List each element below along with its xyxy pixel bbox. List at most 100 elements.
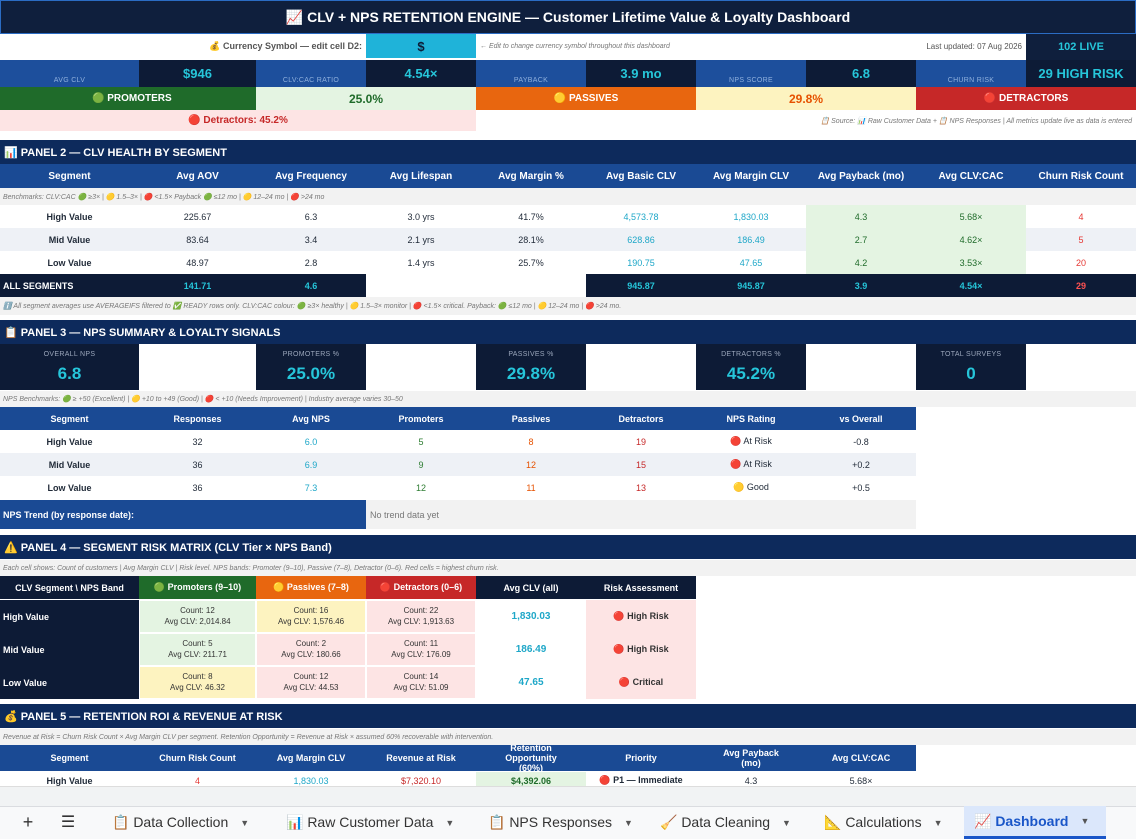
table-cell: 12 (366, 476, 476, 499)
passives-pct-value: 29.8% (506, 364, 556, 383)
sheet-tab-0[interactable]: 📋 Data Collection ▼ (102, 806, 272, 839)
matrix-avg-clv-all: 186.49 (476, 633, 586, 666)
all-sheets-menu-icon[interactable]: ☰ (54, 808, 82, 836)
matrix-header-3: 🔴 Detractors (0–6) (366, 576, 476, 599)
table-cell: 28.1% (476, 228, 586, 251)
table-cell: 1,830.03 (696, 205, 806, 228)
table-cell: 1.4 yrs (366, 251, 476, 274)
promoters-pct-label: PROMOTERS % (282, 350, 340, 358)
nps-trend-label: NPS Trend (by response date): (0, 500, 366, 529)
matrix-avg-clv: Avg CLV: 44.53 (283, 682, 339, 692)
panel5-header-0: Segment (0, 745, 139, 771)
panel2-title: 📊 PANEL 2 — CLV HEALTH BY SEGMENT (0, 140, 1136, 164)
total-surveys-label: TOTAL SURVEYS (940, 350, 1002, 358)
table-cell: 6.9 (256, 453, 366, 476)
chevron-down-icon[interactable]: ▼ (240, 818, 249, 828)
panel5-title: 💰 PANEL 5 — RETENTION ROI & REVENUE AT R… (0, 704, 1136, 728)
chevron-down-icon[interactable]: ▼ (934, 818, 943, 828)
sheet-tab-4[interactable]: 📐 Calculations ▼ (814, 806, 958, 839)
table-cell: 4.62× (916, 228, 1026, 251)
table-cell: 4.3 (744, 776, 758, 786)
panel2-header-3: Avg Lifespan (366, 164, 476, 188)
total-surveys-value: 0 (966, 364, 976, 383)
passives-band-value: 29.8% (696, 87, 916, 110)
panel2-header-5: Avg Basic CLV (586, 164, 696, 188)
add-sheet-button[interactable]: + (14, 808, 42, 836)
sheet-tab-label: 📐 Calculations (824, 814, 922, 830)
panel5-header-3: Revenue at Risk (366, 745, 476, 771)
segment-name: Low Value (0, 476, 139, 499)
matrix-risk: 🔴 Critical (586, 666, 696, 699)
panel3-header-0: Segment (0, 407, 139, 430)
sheet-tab-3[interactable]: 🧹 Data Cleaning ▼ (650, 806, 808, 839)
matrix-avg-clv: Avg CLV: 46.32 (170, 682, 225, 692)
table-cell: -0.8 (806, 430, 916, 453)
matrix-header-2: 🟡 Passives (7–8) (256, 576, 366, 599)
nps-overall-label: OVERALL NPS (43, 350, 96, 358)
table-cell: 3.4 (256, 228, 366, 251)
panel2-header-2: Avg Frequency (256, 164, 366, 188)
sheet-tab-2[interactable]: 📋 NPS Responses ▼ (478, 806, 644, 839)
sheet-tab-5[interactable]: 📈 Dashboard ▼ (964, 806, 1106, 839)
panel4-title: ⚠️ PANEL 4 — SEGMENT RISK MATRIX (CLV Ti… (0, 535, 1136, 559)
table-cell: 19 (586, 430, 696, 453)
chevron-down-icon[interactable]: ▼ (1080, 816, 1089, 826)
matrix-header-5: Risk Assessment (586, 576, 696, 599)
chevron-down-icon[interactable]: ▼ (782, 818, 791, 828)
matrix-avg-clv: Avg CLV: 2,014.84 (164, 616, 231, 626)
panel2-header-7: Avg Payback (mo) (806, 164, 916, 188)
matrix-avg-clv: Avg CLV: 1,576.46 (277, 616, 345, 626)
table-cell: 4 (1026, 205, 1136, 228)
table-cell: 4,573.78 (586, 205, 696, 228)
total-cell: 3.9 (806, 274, 916, 297)
table-cell: 🔴 At Risk (696, 430, 806, 453)
sheet-tab-label: 📈 Dashboard (974, 812, 1069, 829)
table-cell: 5 (366, 430, 476, 453)
table-cell: 83.64 (139, 228, 256, 251)
table-cell: 47.65 (696, 251, 806, 274)
sheet-tab-1[interactable]: 📊 Raw Customer Data ▼ (276, 806, 472, 839)
table-cell: 186.49 (696, 228, 806, 251)
matrix-header-4: Avg CLV (all) (476, 576, 586, 599)
table-cell: 225.67 (139, 205, 256, 228)
total-cell: 945.87 (586, 274, 696, 297)
sheet-tab-label: 📋 Data Collection (112, 814, 229, 830)
dashboard-title: 📈 CLV + NPS RETENTION ENGINE — Customer … (0, 0, 1136, 34)
avg-clv-value: $946 (139, 60, 256, 87)
panel3-header-7: vs Overall (806, 407, 916, 430)
panel5-header-5: Priority (586, 745, 696, 771)
horizontal-scrollbar[interactable] (0, 786, 1136, 806)
table-cell: +0.2 (806, 453, 916, 476)
table-cell: 25.7% (476, 251, 586, 274)
table-cell: 2.8 (256, 251, 366, 274)
chevron-down-icon[interactable]: ▼ (445, 818, 454, 828)
detractors-pct-label: DETRACTORS % (721, 350, 781, 358)
panel2-header-9: Churn Risk Count (1026, 164, 1136, 188)
table-cell: 12 (476, 453, 586, 476)
panel5-header-7: Avg CLV:CAC (806, 745, 916, 771)
currency-note: ← Edit to change currency symbol through… (480, 42, 670, 50)
table-cell: +0.5 (806, 476, 916, 499)
last-updated: Last updated: 07 Aug 2026 (926, 41, 1022, 51)
detractors-band-label: 🔴 DETRACTORS (916, 87, 1136, 110)
currency-input[interactable]: $ (366, 34, 476, 58)
segment-name: High Value (0, 205, 139, 228)
table-cell: $4,392.06 (476, 772, 586, 786)
table-cell: 🟡 Good (696, 476, 806, 499)
chevron-down-icon[interactable]: ▼ (624, 818, 633, 828)
source-note: 📋 Source: 📊 Raw Customer Data + 📋 NPS Re… (820, 117, 1132, 125)
matrix-risk: 🔴 High Risk (586, 600, 696, 633)
table-cell: 2.7 (806, 228, 916, 251)
table-cell: $7,320.10 (400, 776, 442, 786)
table-cell: 9 (366, 453, 476, 476)
nps-label: NPS SCORE (696, 60, 806, 87)
table-cell: 32 (139, 430, 256, 453)
table-cell: 🔴 P1 — Immediate (599, 775, 683, 785)
detractors-pct-value: 45.2% (726, 364, 776, 383)
total-cell: 945.87 (696, 274, 806, 297)
matrix-header-0: CLV Segment \ NPS Band (0, 576, 139, 599)
sheet-tab-label: 🧹 Data Cleaning (660, 814, 771, 830)
table-cell: 41.7% (476, 205, 586, 228)
live-count: 102 LIVE (1026, 34, 1136, 60)
panel2-header-4: Avg Margin % (476, 164, 586, 188)
